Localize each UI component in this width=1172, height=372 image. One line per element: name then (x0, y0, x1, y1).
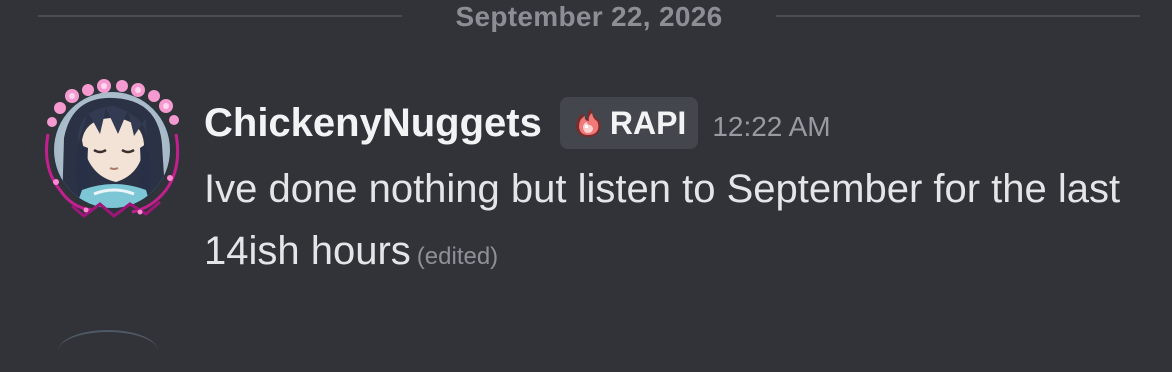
divider-line-left (38, 15, 402, 17)
message-text: Ive done nothing but listen to September… (204, 167, 1121, 273)
date-divider: September 22, 2026 (38, 0, 1140, 34)
flame-badge-icon (570, 105, 606, 141)
chat-message: ChickenyNuggets RAPI 12:22 AM Ive done n… (38, 78, 1148, 278)
divider-line-right (776, 15, 1140, 17)
clan-tag-label: RAPI (609, 105, 687, 141)
message-header: ChickenyNuggets RAPI 12:22 AM (204, 94, 831, 152)
next-message-avatar (58, 330, 158, 372)
author-username[interactable]: ChickenyNuggets (204, 94, 542, 152)
clan-tag-badge[interactable]: RAPI (559, 97, 699, 149)
date-divider-label: September 22, 2026 (455, 1, 723, 32)
message-timestamp[interactable]: 12:22 AM (712, 98, 830, 156)
edited-indicator: (edited) (416, 243, 499, 270)
message-content: Ive done nothing but listen to September… (204, 158, 1134, 288)
user-avatar[interactable] (42, 78, 182, 218)
anime-avatar-icon (45, 79, 180, 218)
